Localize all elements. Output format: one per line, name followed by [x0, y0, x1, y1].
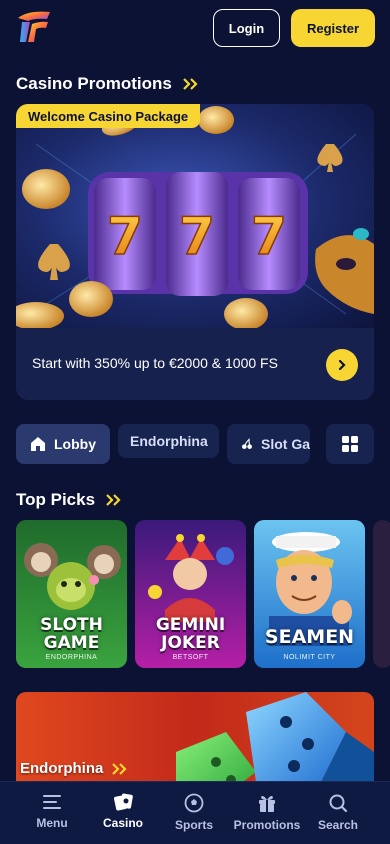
promotions-title: Casino Promotions: [16, 74, 172, 93]
nav-label: Promotions: [233, 818, 301, 832]
double-chevron-right-icon: [106, 494, 121, 506]
tab-lobby[interactable]: Lobby: [16, 424, 110, 464]
nav-promotions[interactable]: Promotions: [228, 782, 306, 844]
bottom-navigation: Menu Casino Sports Promotions Search: [0, 781, 390, 844]
tab-label: Slot Ga: [260, 436, 310, 452]
game-provider: ENDORPHINA: [45, 654, 98, 661]
home-icon: [31, 437, 45, 451]
promotion-badge: Welcome Casino Package: [16, 104, 201, 128]
promotions-section-title[interactable]: Casino Promotions: [16, 74, 200, 94]
nav-label: Sports: [174, 818, 213, 832]
category-tabs: Lobby Endorphina Slot Ga: [16, 424, 374, 465]
promotion-card[interactable]: 7 7 7 Welcome Casino Package Start with …: [16, 104, 374, 400]
nav-sports[interactable]: Sports: [168, 782, 220, 844]
brand-logo-icon[interactable]: [14, 8, 56, 48]
header: Login Register: [0, 0, 390, 58]
tab-label: Lobby: [54, 436, 96, 452]
top-picks-section-title[interactable]: Top Picks: [16, 490, 123, 510]
nav-label: Casino: [102, 816, 143, 830]
nav-label: Menu: [36, 816, 68, 830]
chevron-right-icon: [338, 359, 346, 371]
tab-slot-games[interactable]: Slot Ga: [227, 424, 310, 464]
game-provider: NOLIMIT CITY: [283, 654, 336, 661]
slot-machine-illustration: 7 7 7: [16, 104, 374, 328]
tab-all-categories[interactable]: [326, 424, 374, 464]
nav-search[interactable]: Search: [310, 782, 366, 844]
cherries-icon: [241, 438, 252, 449]
login-button[interactable]: Login: [213, 9, 280, 47]
promotion-text: Start with 350% up to €2000 & 1000 FS: [32, 355, 278, 371]
promotion-arrow-button[interactable]: [326, 349, 358, 381]
game-title: SEAMEN: [264, 626, 355, 648]
search-icon: [329, 794, 348, 813]
banner-title: Endorphina: [20, 760, 129, 777]
gift-icon: [259, 796, 275, 812]
game-title: SLOTH GAME: [40, 615, 103, 653]
menu-icon: [43, 795, 61, 809]
grid-icon: [342, 436, 358, 452]
game-provider: BETSOFT: [172, 654, 209, 661]
soccer-ball-icon: [184, 793, 204, 813]
game-title: GEMINI JOKER: [155, 615, 226, 653]
svg-text:7: 7: [179, 207, 215, 267]
svg-text:7: 7: [107, 207, 143, 267]
casino-cards-icon: [114, 793, 133, 811]
top-picks-carousel: SLOTH GAME ENDORPHINA GEMINI JOKER BETSO…: [16, 520, 390, 668]
tab-label: Endorphina: [130, 433, 208, 449]
register-button[interactable]: Register: [291, 9, 375, 47]
svg-text:7: 7: [251, 207, 287, 267]
nav-casino[interactable]: Casino: [97, 782, 149, 844]
game-tile-gemini-joker[interactable]: GEMINI JOKER BETSOFT: [135, 520, 246, 668]
nav-label: Search: [317, 818, 359, 832]
nav-menu[interactable]: Menu: [26, 782, 78, 844]
double-chevron-right-icon: [112, 762, 127, 775]
double-chevron-right-icon: [183, 78, 198, 90]
tab-endorphina[interactable]: Endorphina: [118, 424, 219, 458]
top-picks-title: Top Picks: [16, 490, 96, 509]
game-tile-seamen[interactable]: SEAMEN NOLIMIT CITY: [254, 520, 365, 668]
game-tile-partial[interactable]: [373, 520, 390, 668]
game-tile-sloth-game[interactable]: SLOTH GAME ENDORPHINA: [16, 520, 127, 668]
